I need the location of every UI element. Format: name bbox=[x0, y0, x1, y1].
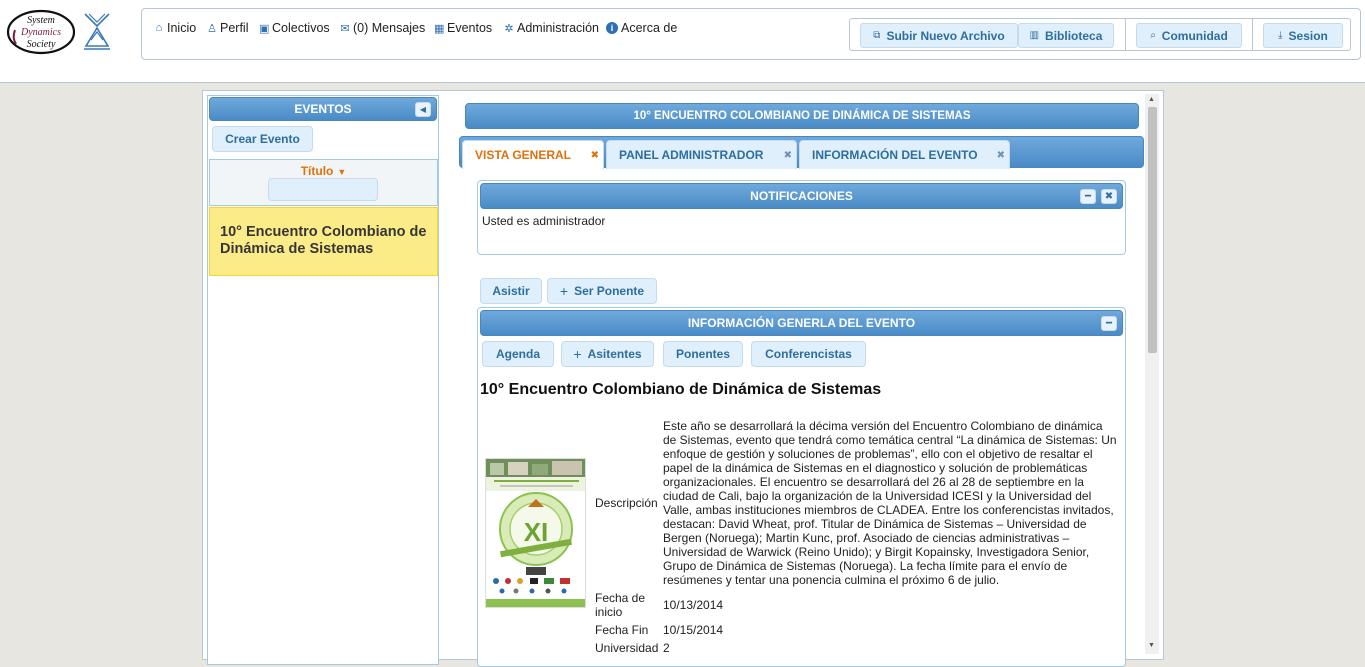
event-tabs: VISTA GENERAL ✖ PANEL ADMINISTRADOR ✖ IN… bbox=[459, 136, 1144, 169]
library-button[interactable]: ▥ Biblioteca bbox=[1018, 23, 1114, 48]
attend-button[interactable]: Asistir bbox=[480, 278, 542, 304]
minimize-icon[interactable]: ━ bbox=[1101, 316, 1117, 331]
sort-down-icon: ▼ bbox=[337, 167, 347, 177]
be-speaker-button[interactable]: + Ser Ponente bbox=[547, 278, 657, 304]
description-label: Descripción bbox=[595, 496, 658, 510]
logo-word-2: Dynamics bbox=[20, 27, 61, 38]
action-button-group: ⧉ Subir Nuevo Archivo ▥ Biblioteca ⌕ Com… bbox=[849, 18, 1351, 51]
group-icon: ▣ bbox=[259, 22, 270, 35]
event-title-bar: 10° ENCUENTRO COLOMBIANO DE DINÁMICA DE … bbox=[465, 103, 1139, 129]
nav-administracion[interactable]: ✲ Administración bbox=[504, 21, 599, 35]
create-event-button[interactable]: Crear Evento bbox=[212, 126, 313, 152]
community-button[interactable]: ⌕ Comunidad bbox=[1136, 23, 1242, 48]
upload-label: Subir Nuevo Archivo bbox=[886, 28, 1005, 43]
scroll-up-icon[interactable]: ▲ bbox=[1148, 96, 1155, 103]
library-icon: ▥ bbox=[1029, 30, 1040, 41]
end-date-value: 10/15/2014 bbox=[663, 623, 724, 637]
lecturers-button[interactable]: Conferencistas bbox=[751, 341, 866, 367]
tab-label: VISTA GENERAL bbox=[475, 148, 572, 162]
download-icon: ⤓ bbox=[1278, 30, 1283, 41]
poster-graphic: XI bbox=[486, 459, 585, 607]
notifications-box: NOTIFICACIONES ━ ✖ Usted es administrado… bbox=[477, 180, 1126, 255]
event-poster-image: XI bbox=[485, 458, 586, 608]
session-label: Sesion bbox=[1288, 28, 1328, 43]
calendar-icon: ▦ bbox=[434, 22, 445, 35]
nav-label: Administración bbox=[517, 21, 599, 35]
plus-icon: + bbox=[573, 346, 582, 362]
logo-word-1: System bbox=[27, 15, 55, 26]
tab-label: PANEL ADMINISTRADOR bbox=[619, 148, 764, 162]
tab-panel-administrador[interactable]: PANEL ADMINISTRADOR ✖ bbox=[606, 140, 797, 169]
title-filter-input[interactable] bbox=[268, 178, 378, 201]
tab-vista-general[interactable]: VISTA GENERAL ✖ bbox=[462, 140, 604, 169]
description-text: Este año se desarrollará la décima versi… bbox=[663, 419, 1117, 587]
event-heading: 10° Encuentro Colombiano de Dinámica de … bbox=[480, 381, 882, 398]
nav-mensajes[interactable]: ✉ (0) Mensajes bbox=[340, 21, 425, 35]
nav-label: Colectivos bbox=[272, 21, 330, 35]
divider bbox=[1125, 19, 1126, 50]
plus-icon: + bbox=[559, 283, 569, 299]
nav-eventos[interactable]: ▦ Eventos bbox=[434, 21, 492, 35]
close-icon[interactable]: ✖ bbox=[997, 150, 1005, 161]
upload-icon: ⧉ bbox=[873, 30, 881, 41]
nav-label: Eventos bbox=[447, 21, 493, 35]
tab-label: INFORMACIÓN DEL EVENTO bbox=[812, 148, 978, 162]
notification-text: Usted es administrador bbox=[482, 214, 606, 228]
system-dynamics-society-logo[interactable]: System Dynamics Society bbox=[6, 8, 76, 56]
speakers-button[interactable]: Ponentes bbox=[663, 341, 743, 367]
nav-label: Perfil bbox=[220, 21, 249, 35]
notifications-title: NOTIFICACIONES bbox=[750, 189, 853, 203]
scroll-thumb[interactable] bbox=[1148, 107, 1157, 353]
events-panel-header: EVENTOS ◀ bbox=[209, 97, 437, 121]
title-column-label: Título bbox=[300, 164, 334, 178]
nav-inicio[interactable]: ⌂ Inicio bbox=[154, 21, 197, 35]
nav-colectivos[interactable]: ▣ Colectivos bbox=[259, 21, 330, 35]
nav-acerca-de[interactable]: i Acerca de bbox=[606, 21, 677, 35]
poster-numeral: XI bbox=[524, 517, 549, 547]
end-date-label: Fecha Fin bbox=[595, 623, 649, 637]
nav-label: Inicio bbox=[167, 21, 197, 35]
start-date-label: Fecha de inicio bbox=[595, 591, 646, 619]
user-icon: ♙ bbox=[207, 22, 217, 35]
top-header: System Dynamics Society ⌂ Inicio ♙ Perfi… bbox=[0, 0, 1365, 83]
events-panel: EVENTOS ◀ Crear Evento Título ▼ 10° Encue… bbox=[207, 95, 439, 665]
start-date-value: 10/13/2014 bbox=[663, 598, 724, 612]
nav-label: Acerca de bbox=[621, 21, 678, 35]
content-scrollbar[interactable]: ▲ ▼ bbox=[1145, 94, 1159, 654]
logo-word-3: Society bbox=[27, 39, 56, 50]
info-icon: i bbox=[606, 22, 618, 34]
be-speaker-label: Ser Ponente bbox=[574, 284, 645, 298]
title-column-header: Título ▼ bbox=[209, 159, 438, 206]
cladea-logo[interactable] bbox=[80, 10, 114, 52]
event-info-title: INFORMACIÓN GENERLA DEL EVENTO bbox=[687, 316, 916, 330]
upload-file-button[interactable]: ⧉ Subir Nuevo Archivo bbox=[860, 23, 1018, 48]
attendees-button[interactable]: + Asitentes bbox=[561, 341, 654, 367]
nav-label: (0) Mensajes bbox=[353, 21, 426, 35]
gear-icon: ✲ bbox=[504, 22, 514, 35]
home-icon: ⌂ bbox=[155, 22, 163, 34]
collapse-left-icon[interactable]: ◀ bbox=[415, 102, 431, 117]
event-list-item[interactable]: 10° Encuentro Colombiano de Dinámica de … bbox=[209, 207, 438, 276]
close-icon[interactable]: ✖ bbox=[1101, 189, 1117, 204]
attendees-label: Asitentes bbox=[587, 347, 642, 361]
agenda-button[interactable]: Agenda bbox=[482, 341, 554, 367]
divider bbox=[1252, 19, 1253, 50]
main-container: EVENTOS ◀ Crear Evento Título ▼ 10° Encue… bbox=[202, 90, 1164, 667]
close-icon[interactable]: ✖ bbox=[784, 150, 792, 161]
minimize-icon[interactable]: ━ bbox=[1080, 189, 1096, 204]
event-info-header: INFORMACIÓN GENERLA DEL EVENTO ━ bbox=[480, 310, 1123, 336]
community-label: Comunidad bbox=[1161, 28, 1228, 43]
session-button[interactable]: ⤓ Sesion bbox=[1263, 23, 1343, 48]
tab-informacion-evento[interactable]: INFORMACIÓN DEL EVENTO ✖ bbox=[799, 140, 1010, 169]
title-sort-header[interactable]: Título ▼ bbox=[210, 164, 437, 178]
notifications-header: NOTIFICACIONES ━ ✖ bbox=[480, 183, 1123, 209]
scroll-down-icon[interactable]: ▼ bbox=[1148, 642, 1155, 649]
search-icon: ⌕ bbox=[1150, 30, 1156, 41]
library-label: Biblioteca bbox=[1045, 28, 1103, 43]
main-navigation: ⌂ Inicio ♙ Perfil ▣ Colectivos ✉ (0) Men… bbox=[141, 8, 1361, 60]
close-icon[interactable]: ✖ bbox=[591, 150, 599, 161]
nav-perfil[interactable]: ♙ Perfil bbox=[207, 21, 248, 35]
events-panel-title: EVENTOS bbox=[294, 102, 352, 116]
mail-icon: ✉ bbox=[340, 22, 350, 35]
